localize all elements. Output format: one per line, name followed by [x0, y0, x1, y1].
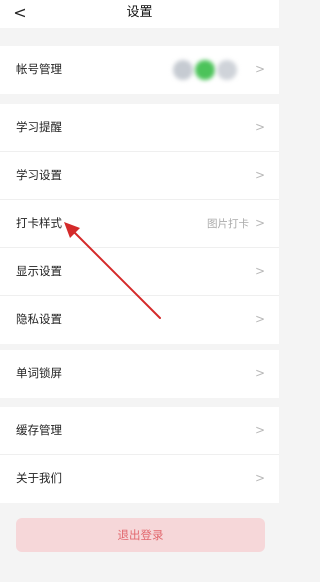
chevron-right-icon: > [254, 120, 265, 134]
chevron-right-icon: > [254, 216, 265, 230]
top-bar: < 设置 [0, 0, 279, 28]
chevron-right-icon: > [254, 62, 265, 76]
privacy-settings-row[interactable]: 隐私设置 > [0, 296, 279, 344]
about-us-row[interactable]: 关于我们 > [0, 455, 279, 503]
row-label: 单词锁屏 [16, 366, 62, 380]
study-reminder-row[interactable]: 学习提醒 > [0, 104, 279, 152]
row-label: 打卡样式 [16, 216, 62, 230]
row-label: 帐号管理 [16, 62, 62, 76]
row-label: 隐私设置 [16, 312, 62, 326]
row-label: 关于我们 [16, 471, 62, 485]
study-settings-row[interactable]: 学习设置 > [0, 152, 279, 200]
chevron-right-icon: > [254, 366, 265, 380]
settings-section: 学习提醒 > 学习设置 > 打卡样式 图片打卡 > 显示设置 > 隐私设置 > [0, 104, 279, 344]
page-title: 设置 [126, 5, 153, 20]
logout-button[interactable]: 退出登录 [16, 518, 265, 552]
misc-section: 缓存管理 > 关于我们 > [0, 407, 279, 503]
account-management-row[interactable]: 帐号管理 > [0, 46, 279, 94]
chevron-right-icon: > [254, 423, 265, 437]
checkin-style-value: 图片打卡 [207, 218, 249, 230]
cache-management-row[interactable]: 缓存管理 > [0, 407, 279, 455]
chevron-right-icon: > [254, 312, 265, 326]
avatar [217, 60, 237, 80]
account-section: 帐号管理 > [0, 46, 279, 94]
linked-accounts-avatars [169, 60, 249, 80]
chevron-right-icon: > [254, 264, 265, 278]
row-label: 学习设置 [16, 168, 62, 182]
display-settings-row[interactable]: 显示设置 > [0, 248, 279, 296]
chevron-right-icon: > [254, 471, 265, 485]
row-label: 缓存管理 [16, 423, 62, 437]
row-label: 显示设置 [16, 264, 62, 278]
chevron-right-icon: > [254, 168, 265, 182]
checkin-style-row[interactable]: 打卡样式 图片打卡 > [0, 200, 279, 248]
avatar [173, 60, 193, 80]
word-lock-screen-row[interactable]: 单词锁屏 > [0, 350, 279, 398]
lock-screen-section: 单词锁屏 > [0, 350, 279, 398]
row-label: 学习提醒 [16, 120, 62, 134]
avatar [195, 60, 215, 80]
